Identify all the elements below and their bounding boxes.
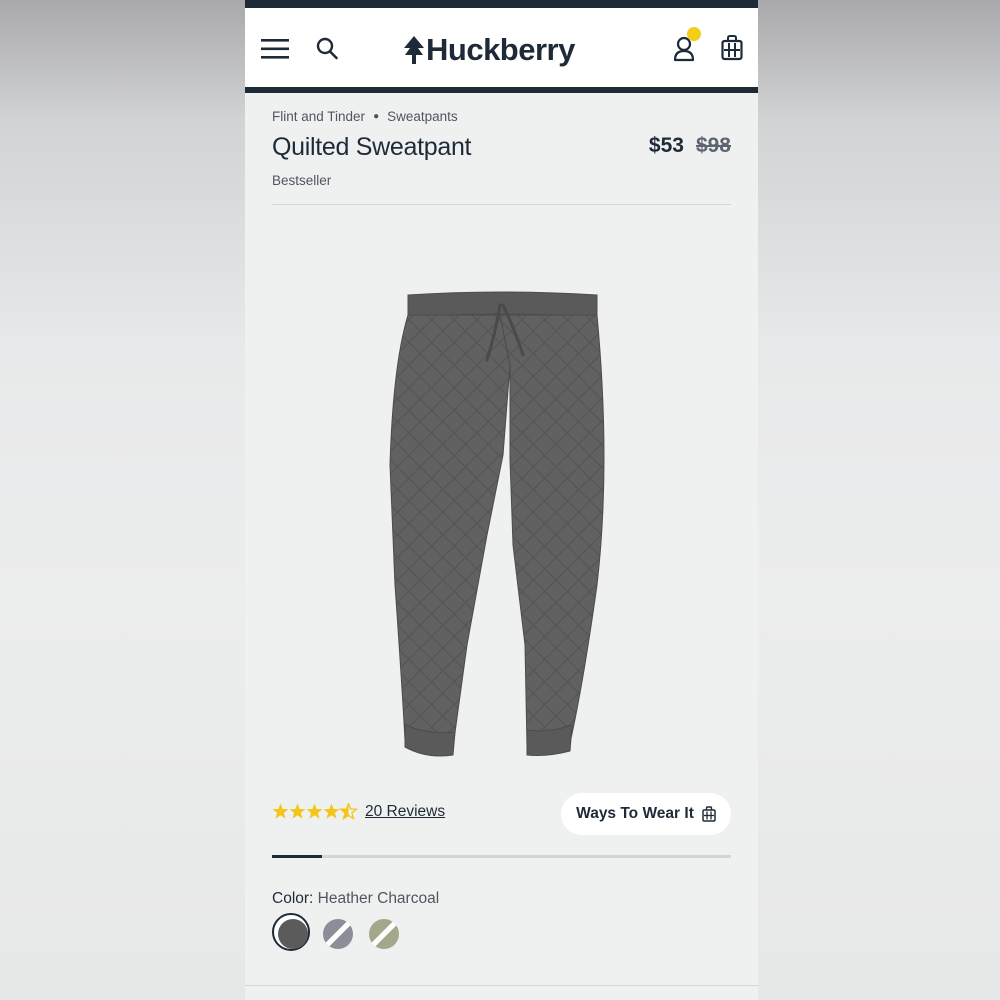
tree-icon <box>404 36 424 64</box>
menu-icon[interactable] <box>261 38 289 60</box>
ways-to-wear-button[interactable]: Ways To Wear It <box>561 793 731 835</box>
gallery-progress-fill <box>272 855 323 858</box>
brand-name: Huckberry <box>426 32 575 67</box>
breadcrumb: Flint and Tinder ● Sweatpants <box>272 109 458 124</box>
cart-icon <box>702 806 716 822</box>
selected-color: Heather Charcoal <box>317 890 440 907</box>
notification-dot <box>687 27 701 41</box>
product-tag: Bestseller <box>272 173 332 188</box>
product-title: Quilted Sweatpant <box>272 133 472 161</box>
color-swatch[interactable] <box>369 919 399 949</box>
star-rating <box>272 803 358 821</box>
star-icon <box>306 803 323 819</box>
color-swatch[interactable] <box>323 919 353 949</box>
breadcrumb-separator: ● <box>373 111 380 122</box>
brand-logo[interactable]: Huckberry <box>403 30 575 70</box>
top-bar <box>245 0 758 8</box>
color-selector-label: Color: Heather Charcoal <box>272 890 439 908</box>
header-divider <box>245 87 758 93</box>
product-image[interactable] <box>375 285 625 765</box>
color-label: Color: <box>272 890 314 907</box>
cart-icon[interactable] <box>721 35 743 61</box>
title-divider <box>272 204 731 205</box>
color-swatch[interactable] <box>278 919 308 949</box>
reviews-link[interactable]: 20 Reviews <box>365 803 445 821</box>
star-icon <box>272 803 289 819</box>
breadcrumb-category-link[interactable]: Sweatpants <box>387 109 458 124</box>
price-block: $53 $98 <box>649 134 731 158</box>
ways-to-wear-label: Ways To Wear It <box>576 805 694 822</box>
site-header: Huckberry <box>245 8 758 87</box>
bottom-divider <box>245 985 758 986</box>
search-icon[interactable] <box>316 37 338 60</box>
star-icon <box>323 803 340 819</box>
breadcrumb-brand-link[interactable]: Flint and Tinder <box>272 109 365 124</box>
sale-price: $53 <box>648 134 684 157</box>
rating[interactable]: 20 Reviews <box>272 803 445 821</box>
product-page: Huckberry Flint and Tinder ● Sweatpants … <box>245 0 758 1000</box>
star-icon <box>289 803 306 819</box>
gallery-progress <box>272 855 731 858</box>
original-price: $98 <box>695 134 731 157</box>
